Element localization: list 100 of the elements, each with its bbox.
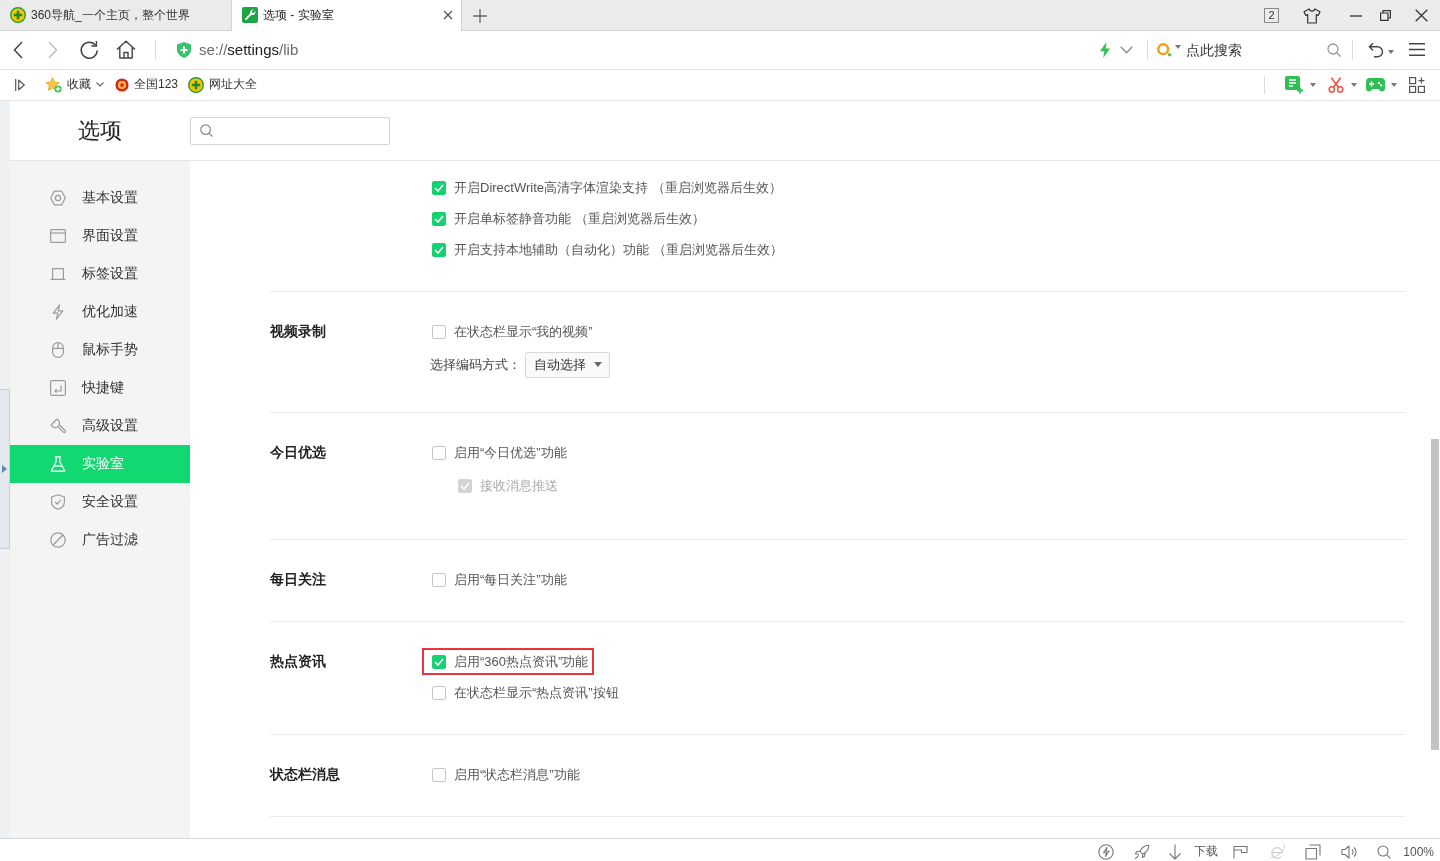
checkbox-label: 在状态栏显示“我的视频” bbox=[454, 322, 593, 341]
undo-icon[interactable] bbox=[1368, 41, 1384, 58]
search-icon bbox=[200, 124, 213, 137]
encoding-dropdown[interactable]: 自动选择 bbox=[525, 351, 610, 378]
zoom-level[interactable]: 100% bbox=[1403, 844, 1434, 859]
check-icon bbox=[460, 481, 470, 490]
sidebar-handle[interactable] bbox=[0, 389, 10, 549]
chevron-down-icon bbox=[96, 82, 104, 87]
key-icon bbox=[50, 380, 66, 396]
apps-grid-icon[interactable] bbox=[1409, 76, 1425, 93]
section-label: 今日优选 bbox=[270, 445, 326, 460]
scrollbar-thumb[interactable] bbox=[1431, 439, 1439, 750]
restore-icon[interactable] bbox=[1380, 10, 1391, 21]
section-label: 热点资讯 bbox=[270, 654, 326, 669]
sidebar-item[interactable]: 广告过滤 bbox=[10, 521, 190, 559]
caret-icon[interactable] bbox=[1310, 82, 1316, 87]
page-title: 选项 bbox=[78, 116, 122, 145]
section-label: 视频录制 bbox=[270, 324, 326, 339]
search-icon[interactable] bbox=[1327, 42, 1341, 57]
tab-count-button[interactable]: 2 bbox=[1264, 8, 1279, 23]
search-field[interactable]: 点此搜索 bbox=[1186, 38, 1320, 61]
shield-check-icon bbox=[50, 494, 66, 510]
caret-icon[interactable] bbox=[1175, 44, 1181, 49]
checkbox-label: 启用“每日关注”功能 bbox=[454, 570, 567, 589]
checkbox[interactable] bbox=[432, 324, 446, 339]
wrench-icon bbox=[50, 418, 66, 434]
sidebar-item[interactable]: 优化加速 bbox=[10, 293, 190, 331]
bookmark-link[interactable]: 全国123 bbox=[115, 76, 179, 93]
close-icon[interactable] bbox=[1415, 9, 1428, 22]
minimize-icon[interactable] bbox=[1350, 14, 1362, 17]
bookmark-link[interactable]: 收藏 bbox=[45, 76, 104, 93]
window-icon bbox=[50, 228, 66, 244]
sidebar-item[interactable]: 安全设置 bbox=[10, 483, 190, 521]
sidebar-item[interactable]: 鼠标手势 bbox=[10, 331, 190, 369]
chevron-down-icon[interactable] bbox=[1120, 45, 1133, 54]
checkbox-label: 开启支持本地辅助（自动化）功能 （重启浏览器后生效） bbox=[454, 240, 783, 259]
caret-icon[interactable] bbox=[1391, 82, 1397, 87]
sidebar-item[interactable]: 快捷键 bbox=[10, 369, 190, 407]
checkbox[interactable] bbox=[432, 572, 446, 587]
right-triangle-icon bbox=[2, 465, 7, 473]
tile-plus-icon[interactable] bbox=[1285, 75, 1304, 94]
address-field[interactable]: se://settings/lib bbox=[199, 41, 299, 58]
lightning-icon[interactable] bbox=[1100, 41, 1110, 58]
browser-tab[interactable]: 选项 - 实验室 bbox=[231, 0, 462, 31]
mouse-icon bbox=[50, 342, 66, 358]
star-plus-icon bbox=[45, 76, 62, 93]
flag-icon[interactable] bbox=[1233, 844, 1250, 859]
magnifier-icon[interactable] bbox=[1377, 844, 1392, 859]
chevron-left-icon[interactable] bbox=[13, 40, 23, 59]
rocket-icon[interactable] bbox=[1134, 843, 1151, 860]
lightning-icon bbox=[50, 304, 66, 320]
sidebar-item[interactable]: 高级设置 bbox=[10, 407, 190, 445]
ring-icon[interactable] bbox=[1157, 42, 1172, 57]
check-icon bbox=[434, 657, 444, 666]
check-icon bbox=[434, 214, 444, 223]
scissors-icon[interactable] bbox=[1328, 76, 1344, 93]
plus-icon[interactable] bbox=[473, 8, 487, 23]
check-icon bbox=[434, 183, 444, 192]
menu-icon[interactable] bbox=[1409, 43, 1425, 56]
browser-tab[interactable]: 360导航_一个主页，整个世界 bbox=[0, 0, 231, 31]
caret-icon[interactable] bbox=[1351, 82, 1357, 87]
down-arrow-icon bbox=[1168, 843, 1183, 860]
section-label: 状态栏消息 bbox=[270, 767, 340, 782]
select-label: 选择编码方式： bbox=[430, 355, 521, 374]
check-icon bbox=[434, 245, 444, 254]
sidebar-item[interactable]: 基本设置 bbox=[10, 179, 190, 217]
checkbox[interactable] bbox=[432, 445, 446, 460]
checkbox-label: 开启单标签静音功能 （重启浏览器后生效） bbox=[454, 209, 705, 228]
checkbox[interactable] bbox=[432, 211, 446, 226]
checkbox[interactable] bbox=[432, 242, 446, 257]
caret-icon[interactable] bbox=[1388, 49, 1394, 54]
shirt-icon[interactable] bbox=[1303, 7, 1321, 24]
gamepad-icon[interactable] bbox=[1366, 77, 1385, 92]
caret-icon bbox=[594, 362, 602, 367]
shield-plus-icon bbox=[177, 41, 191, 58]
checkbox[interactable] bbox=[432, 767, 446, 782]
checkbox-label: 启用“今日优选”功能 bbox=[454, 443, 567, 462]
bookmark-link[interactable]: 网址大全 bbox=[188, 76, 258, 93]
home-icon[interactable] bbox=[116, 40, 136, 59]
section-label: 每日关注 bbox=[270, 572, 326, 587]
reload-icon[interactable] bbox=[79, 39, 99, 60]
sidebar-item[interactable]: 界面设置 bbox=[10, 217, 190, 255]
checkbox[interactable] bbox=[432, 654, 446, 669]
checkbox[interactable] bbox=[432, 685, 446, 700]
panel-toggle-icon[interactable] bbox=[15, 78, 25, 91]
close-icon[interactable] bbox=[443, 10, 453, 20]
window-icon[interactable] bbox=[1305, 843, 1322, 860]
search-field[interactable] bbox=[190, 116, 390, 145]
checkbox-label: 启用“360热点资讯”功能 bbox=[454, 652, 589, 671]
settings-icon bbox=[50, 190, 66, 206]
checkbox[interactable] bbox=[432, 180, 446, 195]
checkbox-label: 接收消息推送 bbox=[480, 476, 558, 495]
plus-circle-icon bbox=[188, 76, 205, 93]
download-button[interactable]: 下载 bbox=[1160, 840, 1224, 861]
checkbox-label: 在状态栏显示“热点资讯”按钮 bbox=[454, 683, 619, 702]
sidebar-item[interactable]: 标签设置 bbox=[10, 255, 190, 293]
emblem-icon bbox=[115, 77, 129, 92]
speaker-icon[interactable] bbox=[1341, 843, 1358, 860]
circle-bolt-icon[interactable] bbox=[1098, 843, 1115, 860]
checkbox-label: 启用“状态栏消息”功能 bbox=[454, 765, 580, 784]
